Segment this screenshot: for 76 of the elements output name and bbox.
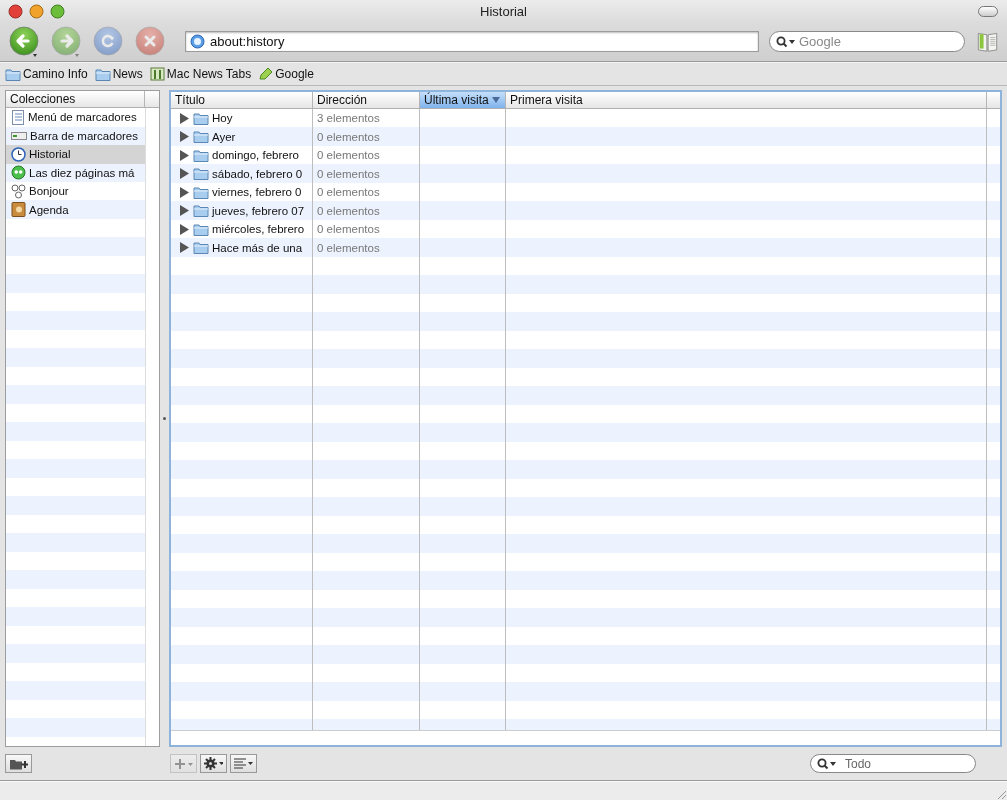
globe-icon bbox=[190, 34, 205, 49]
collapsed-triangle-icon[interactable] bbox=[179, 168, 190, 180]
address-field[interactable]: about:history bbox=[185, 31, 759, 52]
sidebar-item[interactable]: Bonjour bbox=[6, 182, 145, 201]
zoom-button[interactable] bbox=[50, 3, 65, 19]
splitter-handle[interactable] bbox=[163, 417, 166, 420]
collapsed-triangle-icon[interactable] bbox=[179, 131, 190, 143]
network-icon bbox=[11, 183, 26, 199]
collapsed-triangle-icon[interactable] bbox=[179, 186, 190, 198]
table-cell: Hoy bbox=[171, 109, 312, 128]
bookmark-link[interactable]: Mac News Tabs bbox=[149, 67, 252, 81]
bar-icon bbox=[11, 130, 27, 141]
folder-icon bbox=[94, 67, 111, 81]
clock-icon bbox=[11, 146, 26, 162]
table-cell-text: 0 elementos bbox=[316, 166, 381, 182]
action-menu-button[interactable] bbox=[200, 754, 227, 773]
table-cell-text: 0 elementos bbox=[316, 129, 381, 145]
folder-icon bbox=[193, 241, 209, 255]
address-book-icon bbox=[11, 202, 26, 218]
collapsed-triangle-icon[interactable] bbox=[179, 205, 190, 217]
table-cell-text: 0 elementos bbox=[316, 222, 381, 238]
search-field[interactable]: Google bbox=[769, 31, 965, 52]
collapsed-triangle-icon[interactable] bbox=[179, 242, 190, 254]
new-folder-button[interactable] bbox=[5, 754, 32, 773]
bookmark-link[interactable]: News bbox=[94, 67, 143, 81]
collapsed-triangle-icon[interactable] bbox=[179, 223, 190, 235]
filter-field[interactable]: Todo bbox=[810, 754, 976, 773]
table-cell: Hace más de una bbox=[171, 238, 312, 257]
toolbar-toggle-button[interactable] bbox=[978, 5, 998, 17]
close-button[interactable] bbox=[8, 3, 23, 19]
table-cell: Ayer bbox=[171, 127, 312, 146]
table-cell: viernes, febrero 0 bbox=[171, 183, 312, 202]
sort-arrow-icon bbox=[491, 97, 500, 103]
folder-icon bbox=[5, 67, 21, 81]
resize-grip-icon[interactable] bbox=[995, 788, 1007, 800]
sidebar-item[interactable]: Las diez páginas má bbox=[6, 163, 145, 182]
table-cell: sábado, febrero 0 bbox=[171, 164, 312, 183]
folder-plus-icon bbox=[9, 757, 28, 770]
column-header[interactable]: Título bbox=[171, 92, 313, 108]
tab-group-icon bbox=[149, 67, 165, 81]
table-cell-text: 0 elementos bbox=[316, 203, 381, 219]
bookmark-link[interactable]: Camino Info bbox=[5, 67, 88, 81]
table-cell: domingo, febrero bbox=[171, 146, 312, 165]
collapsed-triangle-icon[interactable] bbox=[179, 149, 190, 161]
table-cell-text: 0 elementos bbox=[316, 148, 381, 164]
folder-icon bbox=[193, 130, 209, 144]
plus-icon bbox=[174, 758, 193, 769]
search-icon bbox=[817, 757, 837, 770]
column-header[interactable]: Primera visita bbox=[506, 92, 987, 108]
bookmark-link[interactable]: Google bbox=[258, 67, 314, 81]
sidebar-item[interactable]: Historial bbox=[6, 145, 145, 164]
sidebar-item[interactable]: Agenda bbox=[6, 200, 145, 219]
list-page-icon bbox=[11, 109, 25, 125]
folder-icon bbox=[193, 111, 209, 125]
column-header[interactable]: Última visita bbox=[420, 92, 506, 108]
table-cell: jueves, febrero 07 bbox=[171, 201, 312, 220]
table-cell: miércoles, febrero bbox=[171, 220, 312, 239]
smiley-badge-icon bbox=[11, 165, 26, 181]
table-cell-text: 0 elementos bbox=[316, 185, 381, 201]
gear-icon bbox=[204, 757, 223, 770]
search-icon bbox=[776, 35, 796, 48]
folder-icon bbox=[193, 148, 209, 162]
window-title: Historial bbox=[480, 3, 527, 19]
table-cell-text: 3 elementos bbox=[316, 111, 381, 127]
lines-icon bbox=[234, 758, 253, 769]
bookmark-tag-icon bbox=[258, 67, 274, 81]
folder-icon bbox=[193, 167, 209, 181]
sidebar-item[interactable]: Barra de marcadores bbox=[6, 126, 145, 145]
table-cell-text: 0 elementos bbox=[316, 240, 381, 256]
back-button[interactable] bbox=[9, 25, 39, 58]
minimize-button[interactable] bbox=[29, 3, 44, 19]
folder-icon bbox=[193, 185, 209, 199]
folder-icon bbox=[193, 222, 209, 236]
sidebar-item[interactable]: Menú de marcadores bbox=[6, 108, 145, 127]
folder-icon bbox=[193, 204, 209, 218]
collapsed-triangle-icon[interactable] bbox=[179, 112, 190, 124]
